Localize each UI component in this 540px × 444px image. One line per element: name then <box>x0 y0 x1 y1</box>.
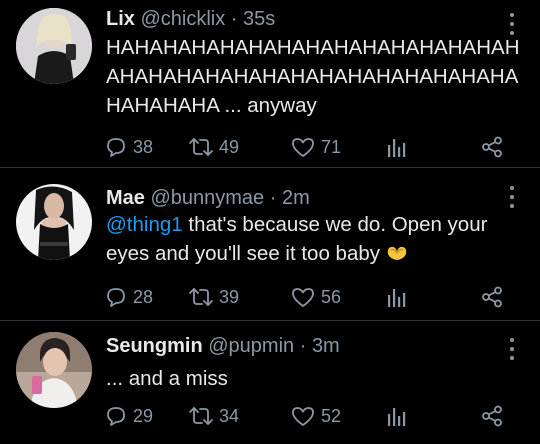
like-button[interactable]: 56 <box>290 283 341 311</box>
stats-button[interactable] <box>386 402 408 430</box>
avatar[interactable] <box>16 332 92 408</box>
separator: · <box>230 8 238 30</box>
stats-icon <box>386 135 408 159</box>
action-bar: 38 49 71 <box>104 133 504 161</box>
reply-count: 29 <box>133 405 154 426</box>
like-icon <box>290 135 316 159</box>
retweet-button[interactable]: 39 <box>188 283 239 311</box>
like-icon <box>290 285 316 309</box>
action-bar: 28 39 56 <box>104 283 504 311</box>
reply-icon <box>104 135 128 159</box>
mention-link[interactable]: @thing1 <box>106 213 183 236</box>
retweet-count: 39 <box>219 286 240 307</box>
separator: · <box>299 335 307 357</box>
user-handle[interactable]: @pupmin <box>208 335 294 357</box>
timestamp[interactable]: 35s <box>243 8 275 30</box>
user-handle[interactable]: @bunnymae <box>150 187 264 209</box>
share-icon <box>480 285 504 309</box>
user-handle[interactable]: @chicklix <box>140 8 225 30</box>
like-icon <box>290 404 316 428</box>
timestamp[interactable]: 3m <box>312 335 340 357</box>
display-name[interactable]: Lix <box>106 8 135 30</box>
like-count: 52 <box>321 405 342 426</box>
retweet-icon <box>188 404 214 428</box>
share-button[interactable] <box>480 133 504 161</box>
separator: · <box>269 187 277 209</box>
tweet-text: HAHAHAHAHAHAHAHAHAHAHAHAHAHAHAHAHAHAHAHA… <box>106 36 520 117</box>
stats-button[interactable] <box>386 133 408 161</box>
tweet-text: @thing1 that's because we do. Open your … <box>106 210 528 270</box>
like-button[interactable]: 52 <box>290 402 341 430</box>
action-bar: 29 34 52 <box>104 402 504 430</box>
like-count: 71 <box>321 136 342 157</box>
stats-icon <box>386 285 408 309</box>
retweet-count: 49 <box>219 136 240 157</box>
like-button[interactable]: 71 <box>290 133 341 161</box>
retweet-icon <box>188 285 214 309</box>
share-icon <box>480 135 504 159</box>
retweet-count: 34 <box>219 405 240 426</box>
more-icon[interactable] <box>506 13 518 35</box>
display-name[interactable]: Mae <box>106 187 145 209</box>
timestamp[interactable]: 2m <box>282 187 310 209</box>
tweet[interactable]: Seungmin @pupmin · 3m ... and a miss 29 … <box>0 320 540 444</box>
share-button[interactable] <box>480 402 504 430</box>
display-name[interactable]: Seungmin <box>106 335 203 357</box>
tweet[interactable]: Lix @chicklix · 35s HAHAHAHAHAHAHAHAHAHA… <box>0 0 540 168</box>
reply-icon <box>104 404 128 428</box>
reply-count: 38 <box>133 136 154 157</box>
stats-icon <box>386 404 408 428</box>
retweet-button[interactable]: 34 <box>188 402 239 430</box>
avatar[interactable] <box>16 8 92 84</box>
share-icon <box>480 404 504 428</box>
retweet-button[interactable]: 49 <box>188 133 239 161</box>
tweet[interactable]: Mae @bunnymae · 2m @thing1 that's becaus… <box>0 168 540 320</box>
avatar[interactable] <box>16 184 92 260</box>
reply-count: 28 <box>133 286 154 307</box>
reply-icon <box>104 285 128 309</box>
like-count: 56 <box>321 286 342 307</box>
heart-hands-emoji <box>386 241 408 270</box>
retweet-icon <box>188 135 214 159</box>
more-icon[interactable] <box>506 186 518 208</box>
share-button[interactable] <box>480 283 504 311</box>
reply-button[interactable]: 38 <box>104 133 153 161</box>
stats-button[interactable] <box>386 283 408 311</box>
more-icon[interactable] <box>506 338 518 360</box>
tweet-text: ... and a miss <box>106 367 228 390</box>
reply-button[interactable]: 29 <box>104 402 153 430</box>
reply-button[interactable]: 28 <box>104 283 153 311</box>
